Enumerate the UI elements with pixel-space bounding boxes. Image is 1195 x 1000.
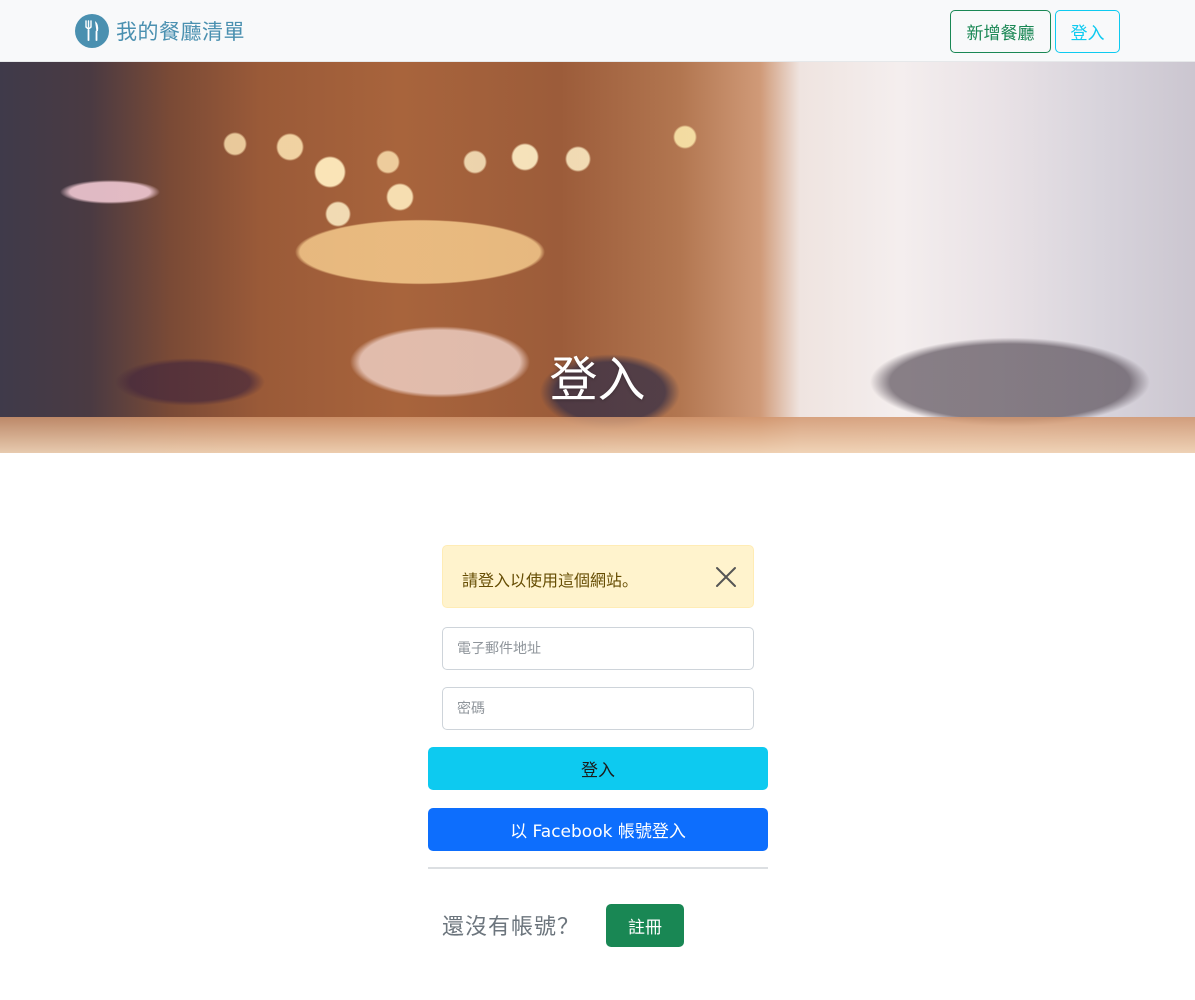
hero-banner: 登入 [0, 62, 1195, 453]
login-button[interactable]: 登入 [428, 747, 768, 790]
brand-link[interactable]: 我的餐廳清單 [75, 14, 245, 48]
facebook-login-button[interactable]: 以 Facebook 帳號登入 [428, 808, 768, 851]
close-icon[interactable] [714, 565, 738, 589]
nav-login-button[interactable]: 登入 [1055, 10, 1120, 53]
page-title: 登入 [549, 352, 646, 408]
email-field[interactable] [442, 627, 754, 670]
register-row: 還沒有帳號？ 註冊 [442, 903, 685, 947]
login-required-alert: 請登入以使用這個網站。 [442, 545, 754, 608]
password-field[interactable] [442, 687, 754, 730]
register-button[interactable]: 註冊 [606, 903, 685, 947]
utensils-icon [75, 14, 109, 48]
add-restaurant-button[interactable]: 新增餐廳 [950, 10, 1051, 53]
navbar: 我的餐廳清單 新增餐廳 登入 [0, 0, 1195, 62]
register-prompt: 還沒有帳號？ [442, 915, 581, 940]
divider [428, 867, 768, 869]
alert-message: 請登入以使用這個網站。 [462, 571, 639, 590]
brand-name: 我的餐廳清單 [116, 20, 245, 44]
